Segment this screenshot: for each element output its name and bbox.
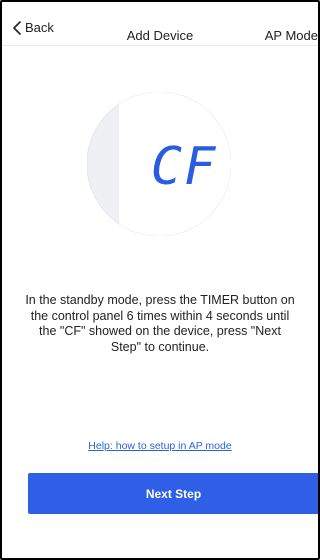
device-display-illustration: CF	[87, 92, 231, 236]
app-screen: Back Add Device AP Mode CF In the standb…	[0, 0, 320, 560]
help-ap-mode-link[interactable]: Help: how to setup in AP mode	[2, 440, 318, 452]
next-step-button[interactable]: Next Step	[28, 473, 318, 514]
navigation-bar: Back Add Device AP Mode	[2, 2, 318, 46]
instruction-text: In the standby mode, press the TIMER but…	[25, 293, 295, 354]
cf-display-text: CF	[151, 137, 218, 197]
ap-mode-button[interactable]: AP Mode	[265, 28, 318, 44]
